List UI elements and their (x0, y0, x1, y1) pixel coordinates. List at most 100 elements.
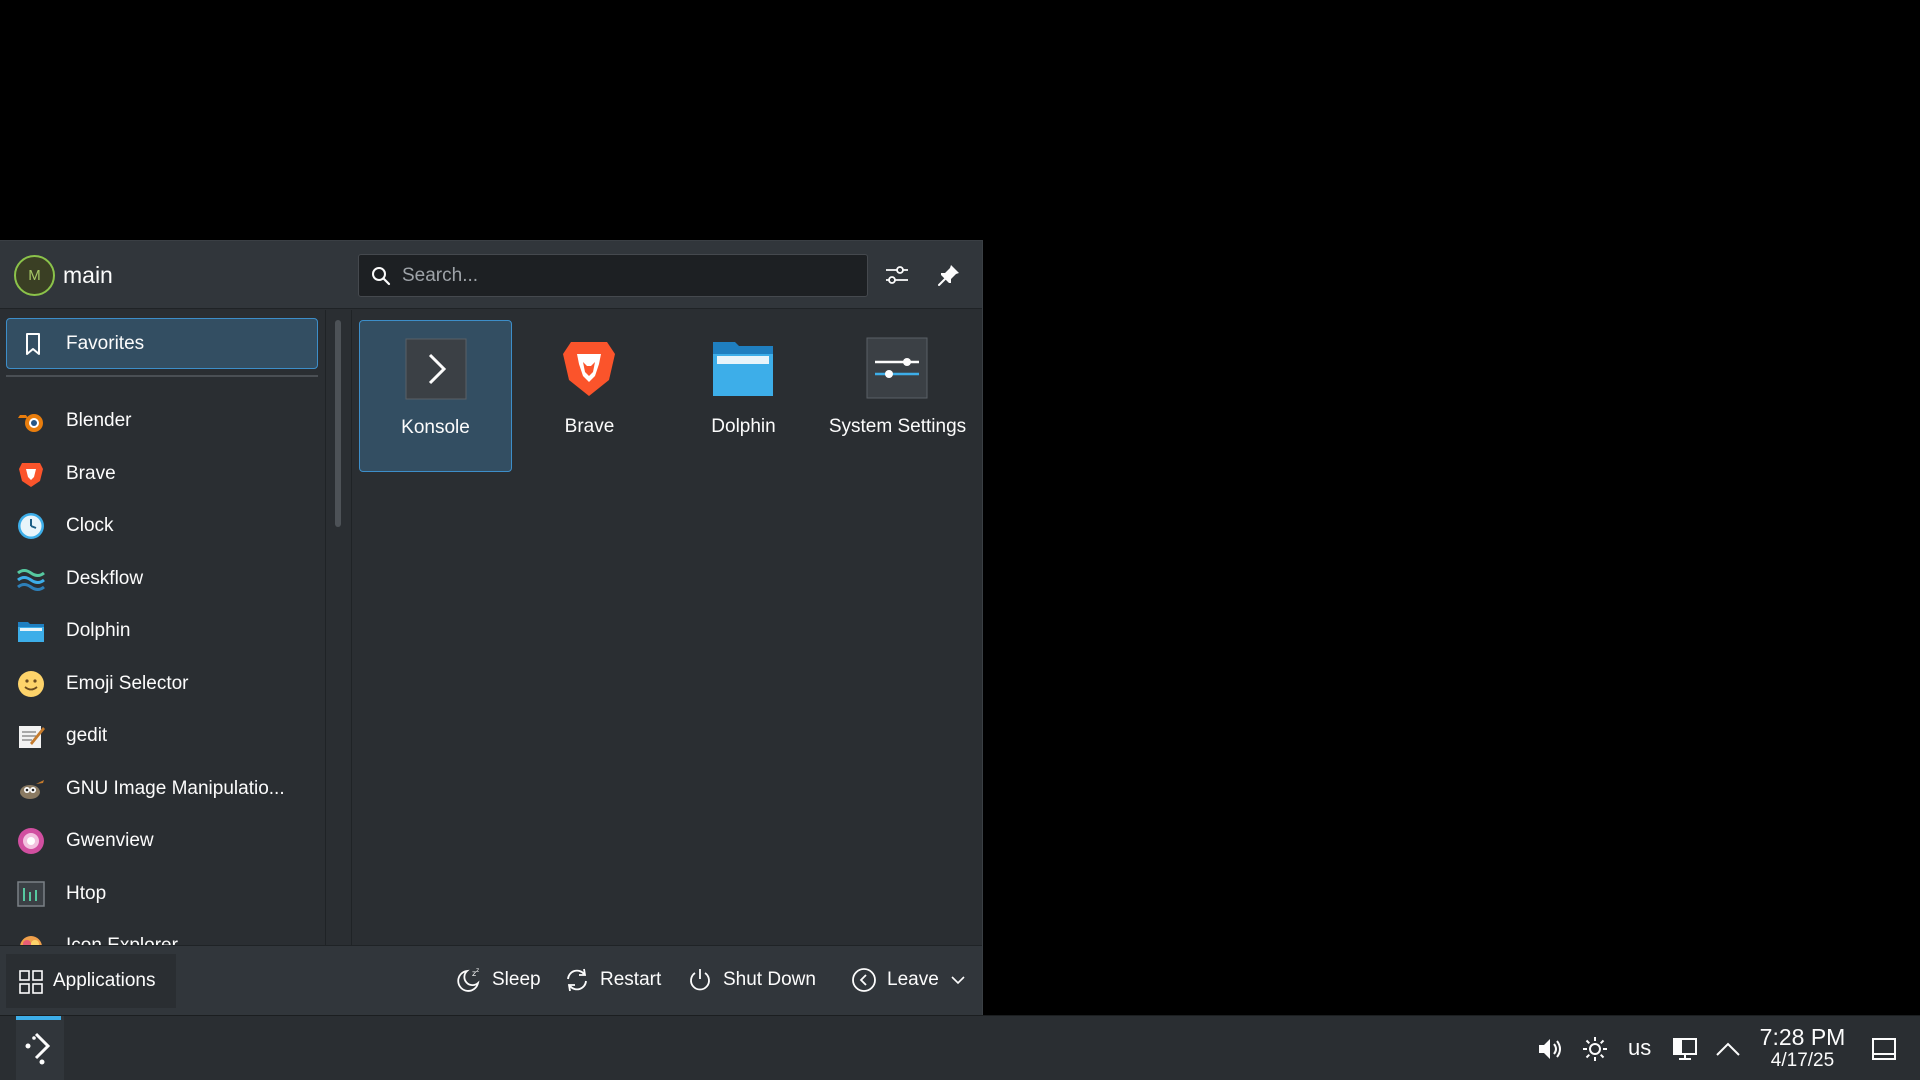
restart-button[interactable]: Restart (564, 964, 661, 996)
pin-button[interactable] (933, 259, 965, 291)
favorite-dolphin[interactable]: Dolphin (667, 320, 820, 472)
brightness-icon (1583, 1037, 1607, 1061)
brave-icon (563, 342, 615, 396)
search-input[interactable] (402, 255, 857, 296)
deskflow-icon (17, 568, 45, 591)
sidebar-scroll-track (325, 310, 352, 945)
leave-icon (852, 968, 876, 992)
keyboard-layout[interactable]: us (1628, 1035, 1651, 1061)
power-icon (690, 969, 710, 991)
app-label: Emoji Selector (66, 672, 189, 694)
clock-icon (18, 513, 44, 540)
tray-expand-button[interactable] (1712, 1033, 1744, 1065)
emoji-icon (18, 670, 44, 697)
applications-label: Applications (53, 970, 156, 991)
kde-launcher-icon (25, 1032, 51, 1065)
search-box[interactable] (358, 254, 868, 297)
clock-date[interactable]: 4/17/25 (1755, 1050, 1850, 1072)
sliders-icon (886, 266, 908, 284)
favorites-tab[interactable]: Favorites (6, 318, 318, 369)
active-indicator (16, 1016, 61, 1020)
sleep-icon: z z (457, 967, 480, 992)
list-item[interactable]: GNU Image Manipulatio... (0, 763, 325, 816)
dolphin-icon (18, 622, 44, 643)
konsole-icon (405, 338, 467, 400)
restart-label: Restart (600, 969, 662, 990)
show-desktop-icon (1872, 1038, 1896, 1060)
favorite-label: System Settings (828, 416, 967, 437)
grid-icon (19, 970, 43, 994)
leave-label: Leave (887, 969, 939, 990)
launcher-button[interactable] (16, 1016, 64, 1080)
favorite-konsole[interactable]: Konsole (359, 320, 512, 472)
user-name: main (63, 262, 113, 288)
pin-icon (938, 265, 959, 286)
blender-icon (18, 414, 43, 433)
app-label: GNU Image Manipulatio... (66, 777, 285, 799)
gwenview-icon (18, 828, 44, 855)
app-label: Brave (66, 462, 116, 484)
list-item[interactable]: Brave (0, 448, 325, 501)
sleep-label: Sleep (492, 969, 541, 990)
configure-button[interactable] (881, 259, 913, 291)
volume-button[interactable] (1534, 1033, 1566, 1065)
icon-explorer-icon (20, 936, 42, 945)
list-item[interactable]: Htop (0, 868, 325, 921)
show-desktop-button[interactable] (1868, 1033, 1900, 1065)
list-item[interactable]: Clock (0, 500, 325, 553)
app-label: Clock (66, 515, 114, 537)
applications-tab[interactable]: Applications (6, 954, 176, 1008)
app-label: Dolphin (66, 620, 131, 642)
list-item[interactable]: Icon Explorer (0, 920, 325, 945)
restart-icon (567, 968, 587, 992)
list-item[interactable]: Blender (0, 395, 325, 448)
favorite-system-settings[interactable]: System Settings (821, 320, 974, 472)
network-button[interactable] (1669, 1033, 1701, 1065)
sleep-button[interactable]: z z Sleep (456, 964, 541, 996)
taskbar: us 7:28 PM 4/17/25 (0, 1015, 1920, 1080)
favorite-label: Brave (564, 416, 615, 437)
gimp-icon (20, 779, 44, 799)
favorites-grid: Konsole Brave Dolphin System Settings (353, 310, 983, 945)
list-item[interactable]: Deskflow (0, 553, 325, 606)
leave-button[interactable]: Leave (851, 964, 965, 996)
brightness-button[interactable] (1579, 1033, 1611, 1065)
list-item[interactable]: Emoji Selector (0, 658, 325, 711)
list-item[interactable]: Gwenview (0, 815, 325, 868)
bookmark-icon (26, 333, 40, 355)
app-label: Gwenview (66, 830, 154, 852)
clock-time[interactable]: 7:28 PM (1755, 1024, 1850, 1051)
favorites-label: Favorites (66, 333, 145, 354)
launcher-header: M main (0, 241, 982, 309)
gedit-icon (19, 726, 45, 749)
app-label: Blender (66, 410, 132, 432)
volume-icon (1539, 1039, 1561, 1059)
separator (6, 375, 318, 377)
app-label: Icon Explorer (66, 935, 178, 945)
htop-icon (17, 881, 45, 907)
favorite-label: Dolphin (711, 416, 776, 437)
app-label: Deskflow (66, 567, 144, 589)
system-settings-icon (866, 337, 928, 399)
network-wired-icon (1673, 1038, 1697, 1060)
shutdown-button[interactable]: Shut Down (687, 964, 816, 996)
category-sidebar: Favorites Blender Brave Clock Deskflow D… (0, 310, 325, 945)
favorite-brave[interactable]: Brave (513, 320, 666, 472)
avatar[interactable]: M (14, 255, 55, 296)
brave-icon (19, 462, 43, 487)
svg-text:z: z (476, 967, 479, 974)
app-label: Htop (66, 882, 107, 904)
favorite-label: Konsole (401, 417, 470, 438)
chevron-up-icon (1716, 1042, 1740, 1056)
launcher-footer: Applications z z Sleep Restart Shut Down… (0, 945, 982, 1016)
list-item[interactable]: gedit (0, 710, 325, 763)
app-list: Blender Brave Clock Deskflow Dolphin Emo… (0, 395, 325, 945)
list-item[interactable]: Dolphin (0, 605, 325, 658)
app-label: gedit (66, 725, 108, 747)
application-launcher: M main Search... Favorites Blender Brave… (0, 240, 983, 1016)
dolphin-icon (713, 342, 773, 396)
sidebar-scrollbar[interactable] (335, 320, 341, 527)
search-icon (372, 267, 391, 286)
shutdown-label: Shut Down (723, 969, 816, 990)
chevron-down-icon (951, 976, 965, 985)
